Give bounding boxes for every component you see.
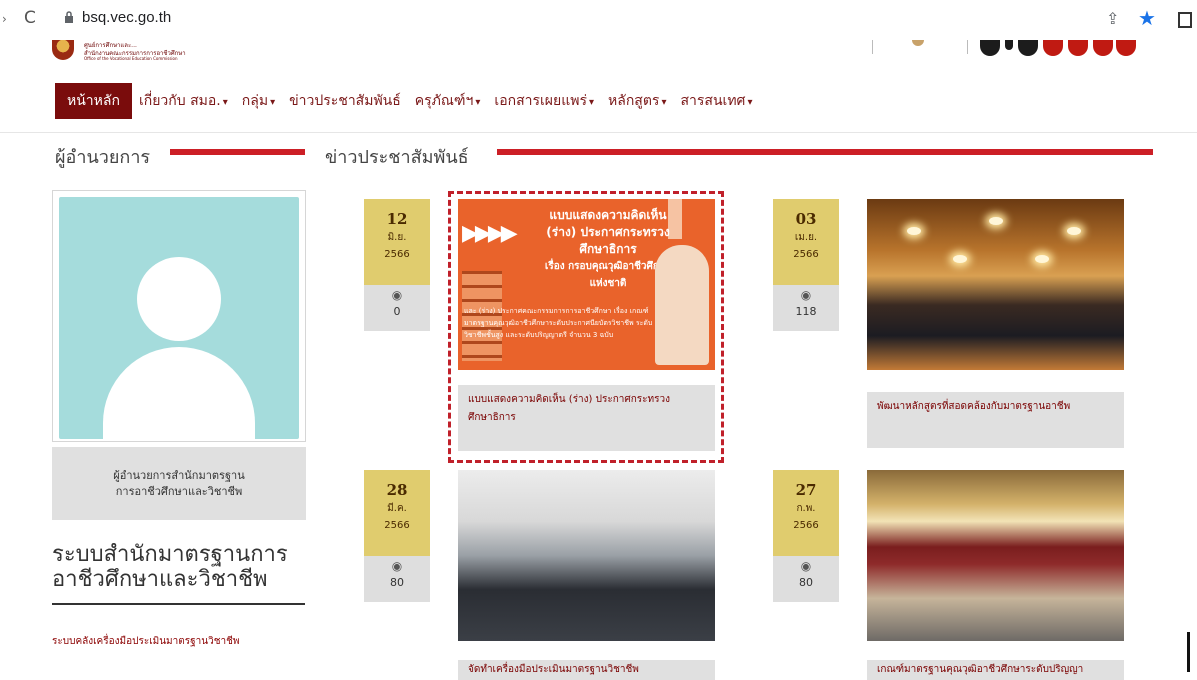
heading-bar [170, 149, 305, 155]
chandelier [907, 227, 921, 235]
menu-item-groups[interactable]: กลุ่ม ▾ [235, 83, 282, 119]
menu-label: หลักสูตร [608, 93, 660, 109]
date-month: มิ.ย. [387, 232, 407, 243]
scrollbar[interactable] [1187, 632, 1190, 672]
date-badge: 28 มี.ค. 2566 ◉ 80 [364, 470, 430, 602]
theme-red-icon[interactable] [1093, 40, 1113, 56]
share-icon[interactable]: ⇪ [1106, 9, 1119, 28]
menu-label: ข่าวประชาสัมพันธ์ [289, 93, 401, 109]
theme-red-icon[interactable] [1116, 40, 1136, 56]
menu-label: หน้าหลัก [67, 93, 120, 109]
chevron-down-icon: ▾ [270, 97, 276, 108]
date-badge: 27 ก.พ. 2566 ◉ 80 [773, 470, 839, 602]
menu-item-info[interactable]: สารสนเทศ ▾ [674, 83, 760, 119]
header-divider [0, 132, 1197, 133]
director-heading: ผู้อำนวยการ [55, 147, 151, 168]
bookmark-star-icon[interactable]: ★ [1138, 6, 1156, 30]
contrast-yellow-icon[interactable] [1018, 40, 1038, 56]
menu-label: กลุ่ม [241, 93, 269, 109]
menu-item-home[interactable]: หน้าหลัก [55, 83, 132, 119]
chevron-down-icon: ▾ [747, 97, 753, 108]
chandelier [953, 255, 967, 263]
extension-icon[interactable] [1178, 12, 1192, 28]
lock-icon [65, 11, 73, 23]
caption-line: ผู้อำนวยการสำนักมาตรฐาน [113, 468, 245, 482]
avatar-body-shape [103, 347, 255, 439]
contrast-dark-icon[interactable] [980, 40, 1000, 56]
menu-label: สารสนเทศ [680, 93, 746, 109]
eye-icon: ◉ [391, 559, 403, 573]
date-year: 2566 [793, 249, 819, 260]
theme-red-icon[interactable] [1043, 40, 1063, 56]
browser-toolbar [0, 0, 1197, 40]
forward-icon[interactable]: › [2, 12, 7, 26]
news-heading: ข่าวประชาสัมพันธ์ [325, 147, 469, 168]
menu-item-about[interactable]: เกี่ยวกับ สมอ. ▾ [132, 83, 235, 119]
menu-item-equipment[interactable]: ครุภัณฑ์ฯ ▾ [408, 83, 488, 119]
divider [52, 603, 305, 605]
news-caption-link[interactable]: พัฒนาหลักสูตรที่สอดคล้องกับมาตรฐานอาชีพ [867, 392, 1124, 448]
chevron-down-icon: ▾ [588, 97, 595, 108]
view-count: 0 [393, 305, 401, 318]
date-month: ก.พ. [796, 503, 816, 514]
date-year: 2566 [793, 520, 819, 531]
date-day: 03 [795, 210, 817, 228]
news-image-conference[interactable] [458, 470, 715, 641]
view-count: 80 [390, 576, 404, 589]
news-caption-link[interactable]: เกณฑ์มาตรฐานคุณวุฒิอาชีวศึกษาระดับปริญญา [867, 660, 1124, 680]
highlight-box [448, 191, 724, 463]
chevron-down-icon: ▾ [222, 97, 228, 108]
chevron-down-icon: ▾ [475, 97, 481, 108]
date-month: เม.ย. [794, 232, 818, 243]
divider [967, 40, 968, 54]
heading-bar [497, 149, 1153, 155]
divider [872, 40, 873, 54]
eye-icon: ◉ [391, 288, 403, 302]
system-title-line: อาชีวศึกษาและวิชาชีพ [52, 567, 268, 592]
address-bar[interactable]: bsq.vec.go.th [82, 9, 171, 26]
date-day: 28 [386, 481, 408, 499]
font-size-icon[interactable] [912, 40, 924, 46]
sidebar-link-assessment-tools[interactable]: ระบบคลังเครื่องมือประเมินมาตรฐานวิชาชีพ [52, 634, 239, 649]
theme-red-icon[interactable] [1068, 40, 1088, 56]
news-image-ballroom[interactable] [867, 199, 1124, 370]
director-caption: ผู้อำนวยการสำนักมาตรฐาน การอาชีวศึกษาและ… [52, 447, 306, 520]
menu-item-curriculum[interactable]: หลักสูตร ▾ [601, 83, 673, 119]
menu-label: เกี่ยวกับ สมอ. [138, 93, 221, 109]
reload-icon[interactable]: C [24, 8, 36, 28]
avatar [59, 197, 299, 439]
menu-item-news[interactable]: ข่าวประชาสัมพันธ์ [282, 83, 408, 119]
menu-label: เอกสารเผยแพร่ [494, 93, 587, 109]
menu-item-documents[interactable]: เอกสารเผยแพร่ ▾ [487, 83, 601, 119]
chandelier [1035, 255, 1049, 263]
logo-text-en: Office of the Vocational Education Commi… [84, 56, 178, 61]
view-count: 80 [799, 576, 813, 589]
main-menu: หน้าหลัก เกี่ยวกับ สมอ. ▾ กลุ่ม ▾ ข่าวประช… [55, 83, 759, 119]
date-day: 27 [795, 481, 817, 499]
chandelier [989, 217, 1003, 225]
chandelier [1067, 227, 1081, 235]
news-caption-link[interactable]: จัดทำเครื่องมือประเมินมาตรฐานวิชาชีพ [458, 660, 715, 680]
date-badge: 12 มิ.ย. 2566 ◉ 0 [364, 199, 430, 331]
view-count: 118 [795, 305, 817, 318]
news-image-meeting[interactable] [867, 470, 1124, 641]
eye-icon: ◉ [800, 288, 812, 302]
date-day: 12 [386, 210, 408, 228]
chevron-down-icon: ▾ [661, 97, 667, 108]
avatar-head-shape [137, 257, 221, 341]
system-title: ระบบสำนักมาตรฐานการ อาชีวศึกษาและวิชาชีพ [52, 542, 312, 592]
system-title-line: ระบบสำนักมาตรฐานการ [52, 542, 288, 567]
contrast-small-icon[interactable] [1005, 40, 1013, 50]
director-photo [52, 190, 306, 442]
date-badge: 03 เม.ย. 2566 ◉ 118 [773, 199, 839, 331]
menu-label: ครุภัณฑ์ฯ [414, 93, 474, 109]
eye-icon: ◉ [800, 559, 812, 573]
date-month: มี.ค. [387, 503, 407, 514]
caption-line: การอาชีวศึกษาและวิชาชีพ [115, 484, 243, 498]
date-year: 2566 [384, 520, 410, 531]
logo-icon[interactable] [52, 40, 74, 60]
date-year: 2566 [384, 249, 410, 260]
